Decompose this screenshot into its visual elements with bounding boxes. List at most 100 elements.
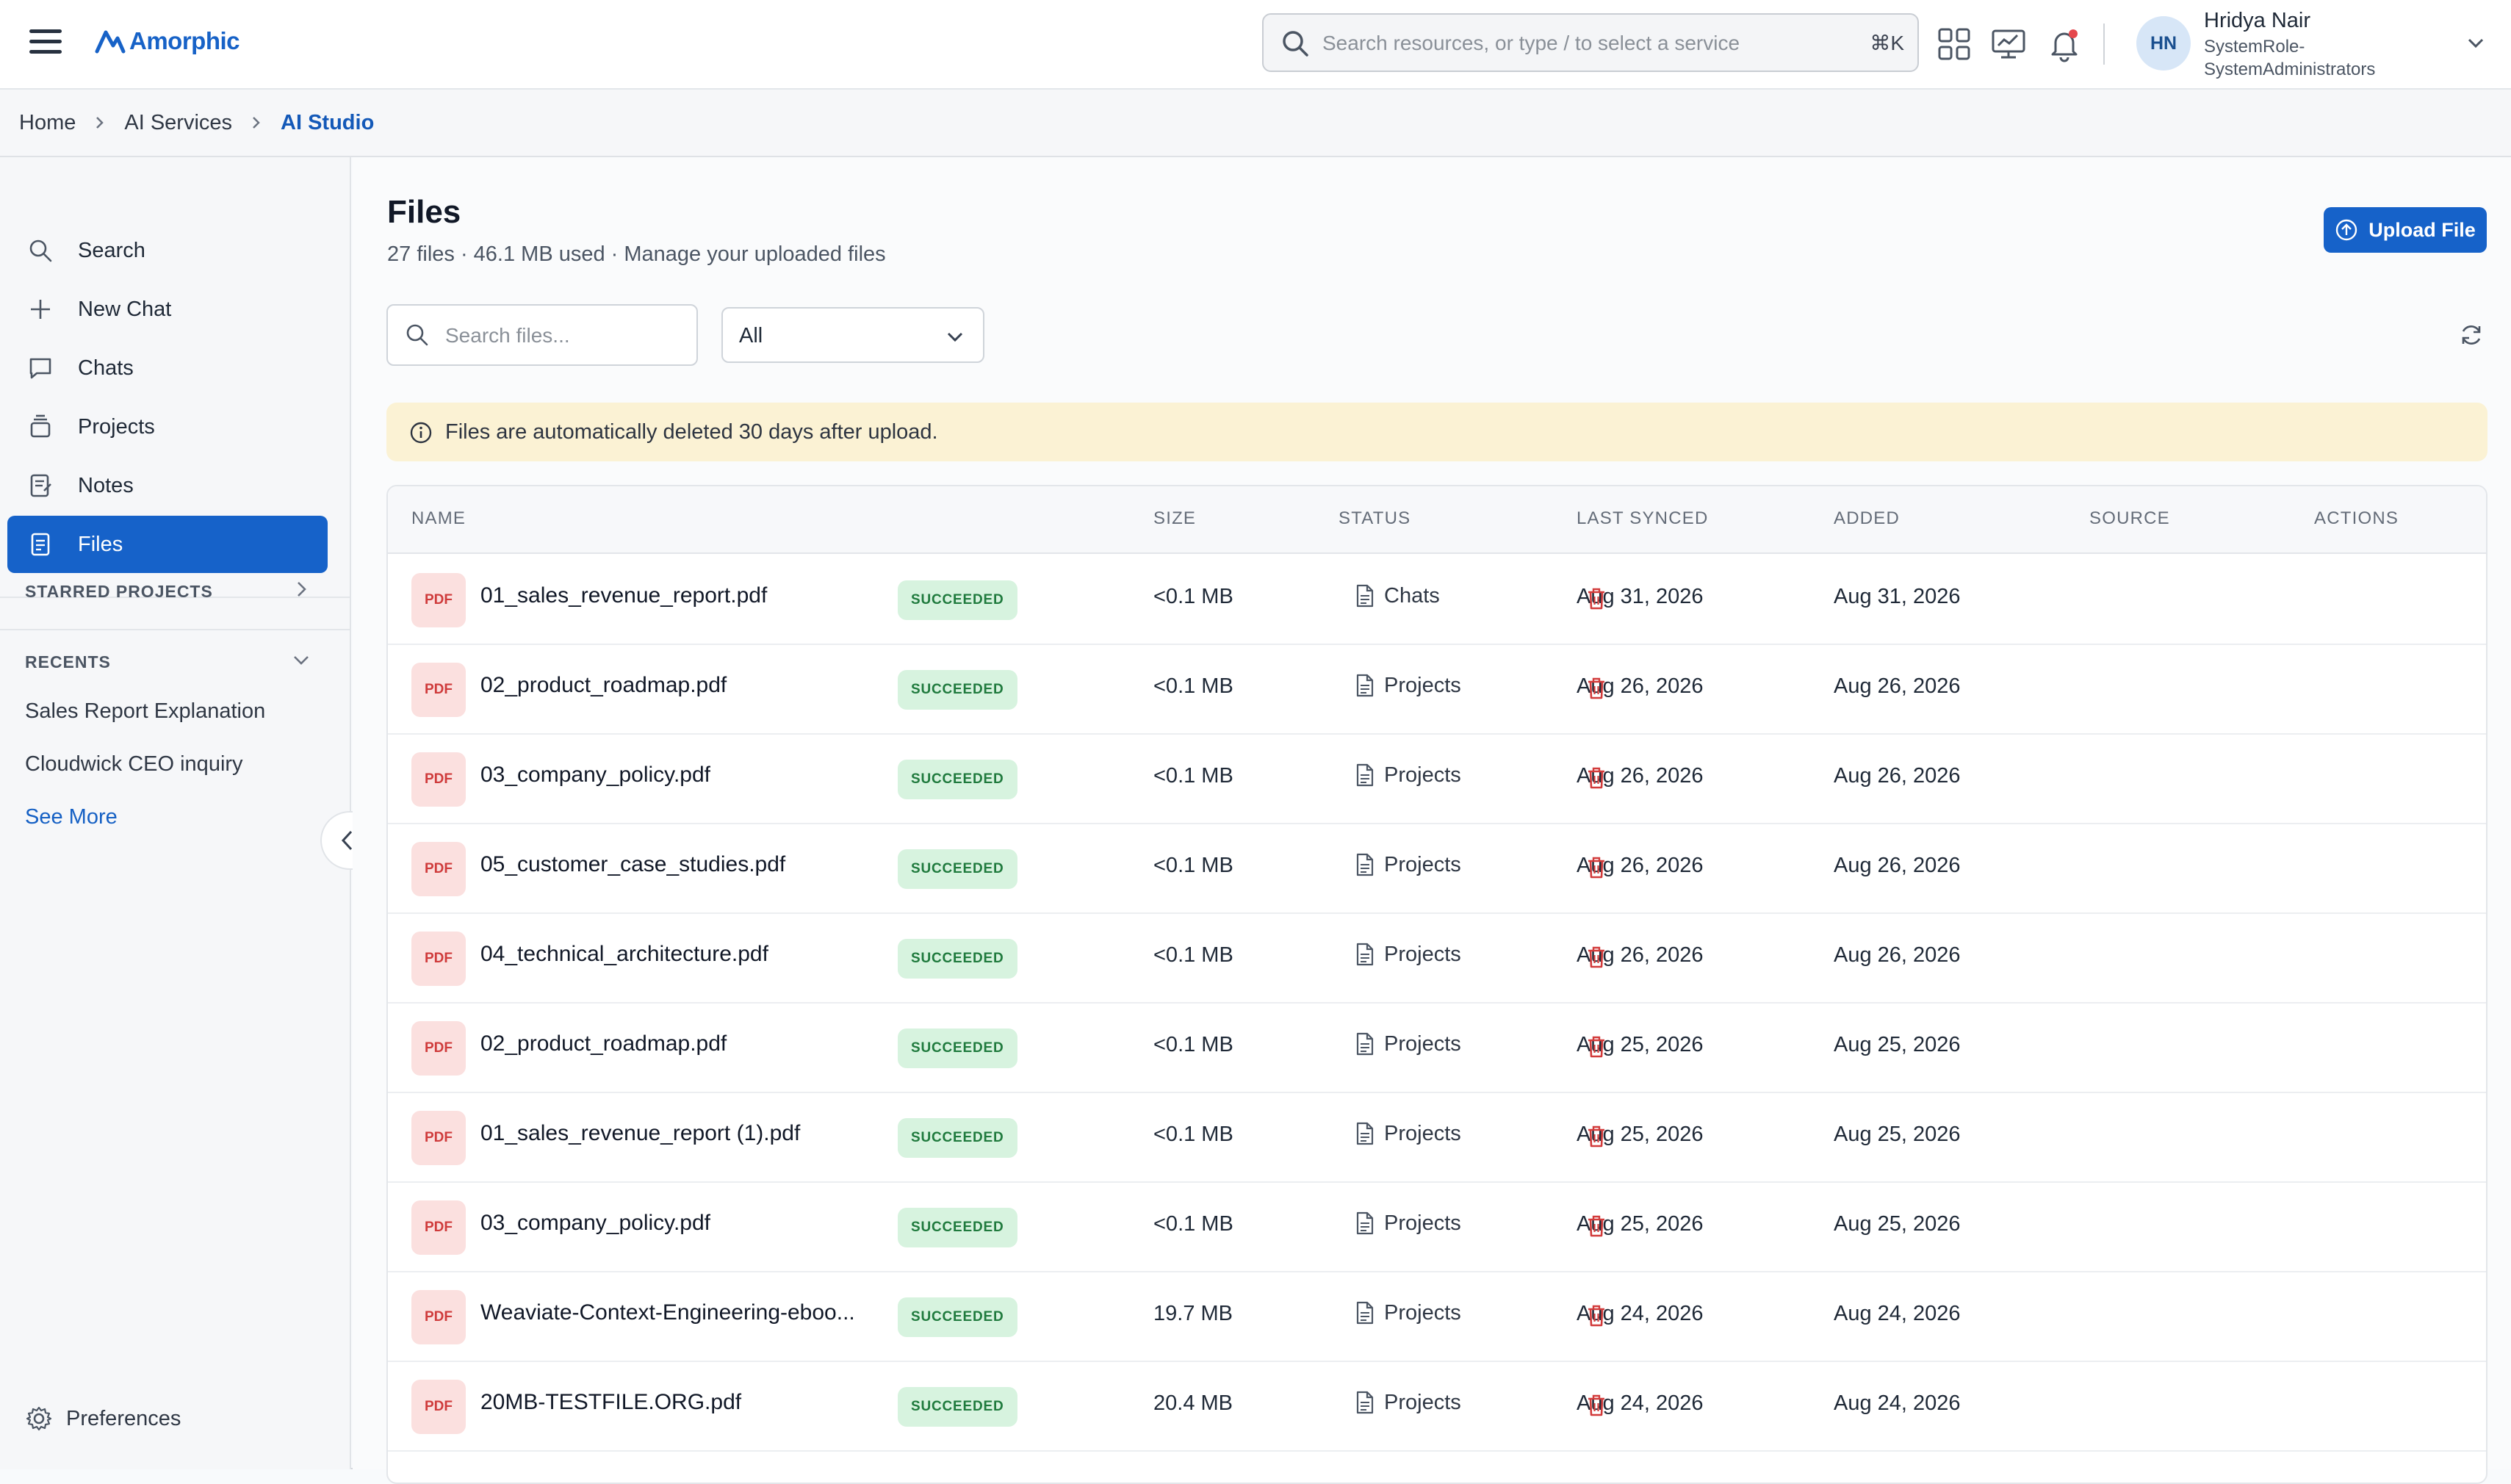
table-row[interactable]: PDF 01_sales_revenue_report (1).pdf <0.1…: [388, 1093, 2486, 1183]
file-source: Projects: [1355, 1121, 1461, 1146]
column-header-actions: ACTIONS: [2314, 508, 2399, 529]
added-date: Aug 26, 2026: [1834, 674, 1961, 699]
file-name[interactable]: 04_technical_architecture.pdf: [480, 942, 768, 967]
chevron-down-icon[interactable]: [2465, 32, 2486, 53]
breadcrumb-ai-studio[interactable]: AI Studio: [281, 111, 374, 135]
page-subtitle: 27 files · 46.1 MB used · Manage your up…: [387, 242, 886, 267]
status-badge: SUCCEEDED: [898, 1297, 1017, 1337]
recent-item[interactable]: Sales Report Explanation: [25, 699, 265, 724]
file-size: <0.1 MB: [1153, 854, 1233, 878]
global-search-bar[interactable]: ⌘K: [1262, 13, 1919, 72]
file-search-box[interactable]: [386, 304, 698, 366]
sidebar-item-chats[interactable]: Chats: [7, 339, 328, 397]
sidebar-item-new-chat[interactable]: New Chat: [7, 281, 328, 338]
column-header-name[interactable]: NAME: [411, 508, 466, 529]
chevron-down-icon: [945, 326, 965, 347]
source-label: Projects: [1384, 1391, 1461, 1415]
file-name[interactable]: Weaviate-Context-Engineering-eboo...: [480, 1300, 855, 1325]
preferences-button[interactable]: Preferences: [25, 1405, 181, 1433]
file-name[interactable]: 03_company_policy.pdf: [480, 1211, 710, 1236]
trash-icon[interactable]: [1585, 676, 1607, 701]
sidebar-item-search[interactable]: Search: [7, 222, 328, 279]
starred-projects-header[interactable]: STARRED PROJECTS: [25, 582, 311, 602]
source-label: Projects: [1384, 1211, 1461, 1236]
file-size: <0.1 MB: [1153, 1123, 1233, 1147]
table-row[interactable]: PDF 20MB-TESTFILE.ORG.pdf 20.4 MB SUCCEE…: [388, 1362, 2486, 1452]
file-size: <0.1 MB: [1153, 764, 1233, 788]
trash-icon[interactable]: [1585, 1034, 1607, 1059]
table-row[interactable]: PDF 01_sales_revenue_report.pdf <0.1 MB …: [388, 555, 2486, 645]
file-name[interactable]: 20MB-TESTFILE.ORG.pdf: [480, 1390, 741, 1415]
upload-file-label: Upload File: [2368, 219, 2476, 242]
file-name[interactable]: 02_product_roadmap.pdf: [480, 1031, 727, 1056]
file-size: 20.4 MB: [1153, 1391, 1233, 1416]
sidebar-item-projects[interactable]: Projects: [7, 398, 328, 455]
refresh-icon[interactable]: [2458, 322, 2485, 348]
file-size: <0.1 MB: [1153, 1212, 1233, 1236]
column-header-last-synced[interactable]: LAST SYNCED: [1577, 508, 1708, 529]
global-search-input[interactable]: [1322, 25, 1837, 62]
trash-icon[interactable]: [1585, 1124, 1607, 1149]
see-more-link[interactable]: See More: [25, 805, 118, 829]
table-row[interactable]: PDF 02_product_roadmap.pdf <0.1 MB SUCCE…: [388, 1004, 2486, 1093]
notification-bell-icon[interactable]: [2045, 25, 2083, 63]
trash-icon[interactable]: [1585, 945, 1607, 970]
source-label: Chats: [1384, 584, 1440, 608]
pdf-file-icon: PDF: [411, 1290, 466, 1344]
breadcrumb-home[interactable]: Home: [19, 111, 76, 135]
column-header-size[interactable]: SIZE: [1153, 508, 1196, 529]
file-name[interactable]: 01_sales_revenue_report (1).pdf: [480, 1121, 800, 1146]
file-name[interactable]: 01_sales_revenue_report.pdf: [480, 583, 767, 608]
sidebar-divider: [0, 629, 350, 630]
table-row[interactable]: PDF Weaviate-Context-Engineering-eboo...…: [388, 1272, 2486, 1362]
monitor-chart-icon[interactable]: [1989, 25, 2028, 63]
file-search-input[interactable]: [445, 319, 680, 353]
column-header-source[interactable]: SOURCE: [2089, 508, 2170, 529]
file-source: Projects: [1355, 942, 1461, 967]
upload-icon: [2335, 218, 2358, 242]
table-row[interactable]: PDF 02_product_roadmap.pdf <0.1 MB SUCCE…: [388, 645, 2486, 735]
table-row[interactable]: PDF 05_customer_case_studies.pdf <0.1 MB…: [388, 824, 2486, 914]
table-row[interactable]: PDF 03_company_policy.pdf <0.1 MB SUCCEE…: [388, 1183, 2486, 1272]
trash-icon[interactable]: [1585, 1393, 1607, 1418]
recent-item[interactable]: Cloudwick CEO inquiry: [25, 752, 243, 777]
upload-file-button[interactable]: Upload File: [2324, 207, 2487, 253]
table-row[interactable]: PDF 03_company_policy.pdf <0.1 MB SUCCEE…: [388, 735, 2486, 824]
column-header-status[interactable]: STATUS: [1339, 508, 1411, 529]
trash-icon[interactable]: [1585, 855, 1607, 880]
breadcrumb-ai-services[interactable]: AI Services: [124, 111, 232, 135]
hamburger-menu-icon[interactable]: [29, 29, 62, 56]
file-source: Chats: [1355, 583, 1440, 608]
notice-text: Files are automatically deleted 30 days …: [445, 420, 938, 444]
file-filter-select[interactable]: All: [721, 307, 984, 363]
user-avatar[interactable]: HN: [2136, 16, 2191, 71]
trash-icon[interactable]: [1585, 1303, 1607, 1328]
sidebar-item-label: Files: [78, 533, 123, 557]
trash-icon[interactable]: [1585, 586, 1607, 611]
sidebar: Search New Chat Chats Projects Notes: [0, 157, 351, 1469]
status-badge: SUCCEEDED: [898, 849, 1017, 889]
chevron-right-icon: [93, 115, 107, 131]
document-icon: [1355, 1390, 1375, 1415]
recents-header[interactable]: RECENTS: [25, 652, 311, 672]
file-name[interactable]: 02_product_roadmap.pdf: [480, 673, 727, 698]
sidebar-item-files[interactable]: Files: [7, 516, 328, 573]
column-header-added[interactable]: ADDED: [1834, 508, 1900, 529]
file-name[interactable]: 05_customer_case_studies.pdf: [480, 852, 785, 877]
sidebar-item-notes[interactable]: Notes: [7, 457, 328, 514]
apps-grid-icon[interactable]: [1935, 25, 1973, 63]
file-source: Projects: [1355, 763, 1461, 788]
pdf-file-icon: PDF: [411, 932, 466, 986]
pdf-file-icon: PDF: [411, 1111, 466, 1165]
file-name[interactable]: 03_company_policy.pdf: [480, 763, 710, 788]
table-row[interactable]: PDF 04_technical_architecture.pdf <0.1 M…: [388, 914, 2486, 1004]
app-logo[interactable]: Amorphic: [94, 22, 239, 60]
notes-icon: [26, 472, 54, 500]
trash-icon[interactable]: [1585, 766, 1607, 790]
gear-icon: [25, 1405, 53, 1433]
file-size: <0.1 MB: [1153, 943, 1233, 968]
starred-projects-label: STARRED PROJECTS: [25, 582, 213, 601]
file-source: Projects: [1355, 1031, 1461, 1056]
trash-icon[interactable]: [1585, 1214, 1607, 1239]
added-date: Aug 24, 2026: [1834, 1302, 1961, 1326]
